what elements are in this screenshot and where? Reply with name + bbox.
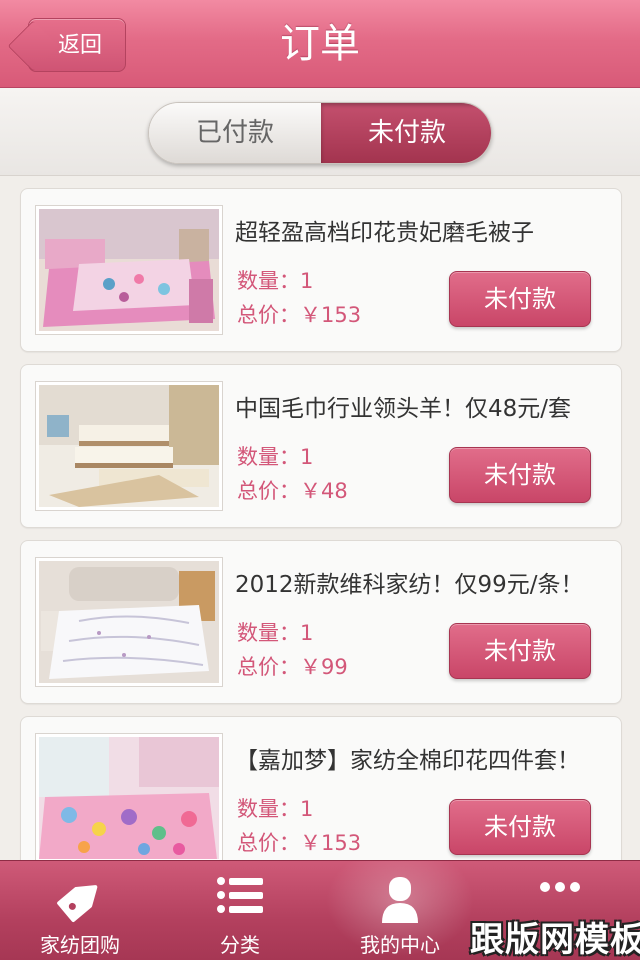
order-total: 总价：￥48 xyxy=(237,479,348,503)
product-title[interactable]: 超轻盈高档印花贵妃磨毛被子 xyxy=(235,213,615,247)
towel-set-photo-icon xyxy=(39,385,219,507)
user-icon xyxy=(382,877,418,923)
product-image-white-quilt[interactable] xyxy=(35,557,223,687)
unpaid-button[interactable]: 未付款 xyxy=(449,447,591,503)
product-image-pink-bedding[interactable] xyxy=(35,205,223,335)
unpaid-button[interactable]: 未付款 xyxy=(449,271,591,327)
watermark: 跟版网模板 xyxy=(470,920,640,960)
back-button-label: 返回 xyxy=(57,33,102,58)
tab-paid[interactable]: 已付款 xyxy=(149,103,321,163)
unpaid-button[interactable]: 未付款 xyxy=(449,799,591,855)
payment-status-segmented-control: 已付款 未付款 xyxy=(148,102,492,164)
order-total: 总价：￥99 xyxy=(237,655,348,679)
header-bar: 返回 订单 xyxy=(0,0,640,88)
product-title[interactable]: 2012新款维科家纺！仅99元/条！ xyxy=(235,565,615,599)
tab-group-buy[interactable]: 家纺团购 xyxy=(0,861,160,960)
order-card[interactable]: 2012新款维科家纺！仅99元/条！ 数量：1 总价：￥99 未付款 xyxy=(20,540,622,704)
back-button[interactable]: 返回 xyxy=(7,18,126,72)
pink-bedding-photo-icon xyxy=(39,209,219,331)
tab-my-center[interactable]: 我的中心 xyxy=(320,861,480,960)
order-card[interactable]: 中国毛巾行业领头羊！仅48元/套 数量：1 总价：￥48 未付款 xyxy=(20,364,622,528)
white-quilt-photo-icon xyxy=(39,561,219,683)
order-quantity: 数量：1 xyxy=(237,797,314,821)
tab-unpaid[interactable]: 未付款 xyxy=(321,103,491,163)
filter-bar: 已付款 未付款 xyxy=(0,88,640,176)
product-image-floral-bedding[interactable] xyxy=(35,733,223,863)
product-title[interactable]: 中国毛巾行业领头羊！仅48元/套 xyxy=(235,389,615,423)
order-quantity: 数量：1 xyxy=(237,445,314,469)
product-title[interactable]: 【嘉加梦】家纺全棉印花四件套！ xyxy=(235,741,615,775)
tab-categories[interactable]: 分类 xyxy=(160,861,320,960)
order-card[interactable]: 【嘉加梦】家纺全棉印花四件套！ 数量：1 总价：￥153 未付款 xyxy=(20,716,622,880)
order-quantity: 数量：1 xyxy=(237,269,314,293)
order-total: 总价：￥153 xyxy=(237,303,362,327)
unpaid-button[interactable]: 未付款 xyxy=(449,623,591,679)
tab-group-buy-label: 家纺团购 xyxy=(40,933,120,957)
tag-icon xyxy=(57,885,98,922)
tab-my-center-label: 我的中心 xyxy=(360,933,440,957)
tab-categories-label: 分类 xyxy=(220,933,260,957)
floral-bedding-photo-icon xyxy=(39,737,219,859)
order-card[interactable]: 超轻盈高档印花贵妃磨毛被子 数量：1 总价：￥153 未付款 xyxy=(20,188,622,352)
order-quantity: 数量：1 xyxy=(237,621,314,645)
product-image-towel-set[interactable] xyxy=(35,381,223,511)
order-total: 总价：￥153 xyxy=(237,831,362,855)
list-icon xyxy=(217,877,263,913)
more-icon xyxy=(540,882,580,892)
